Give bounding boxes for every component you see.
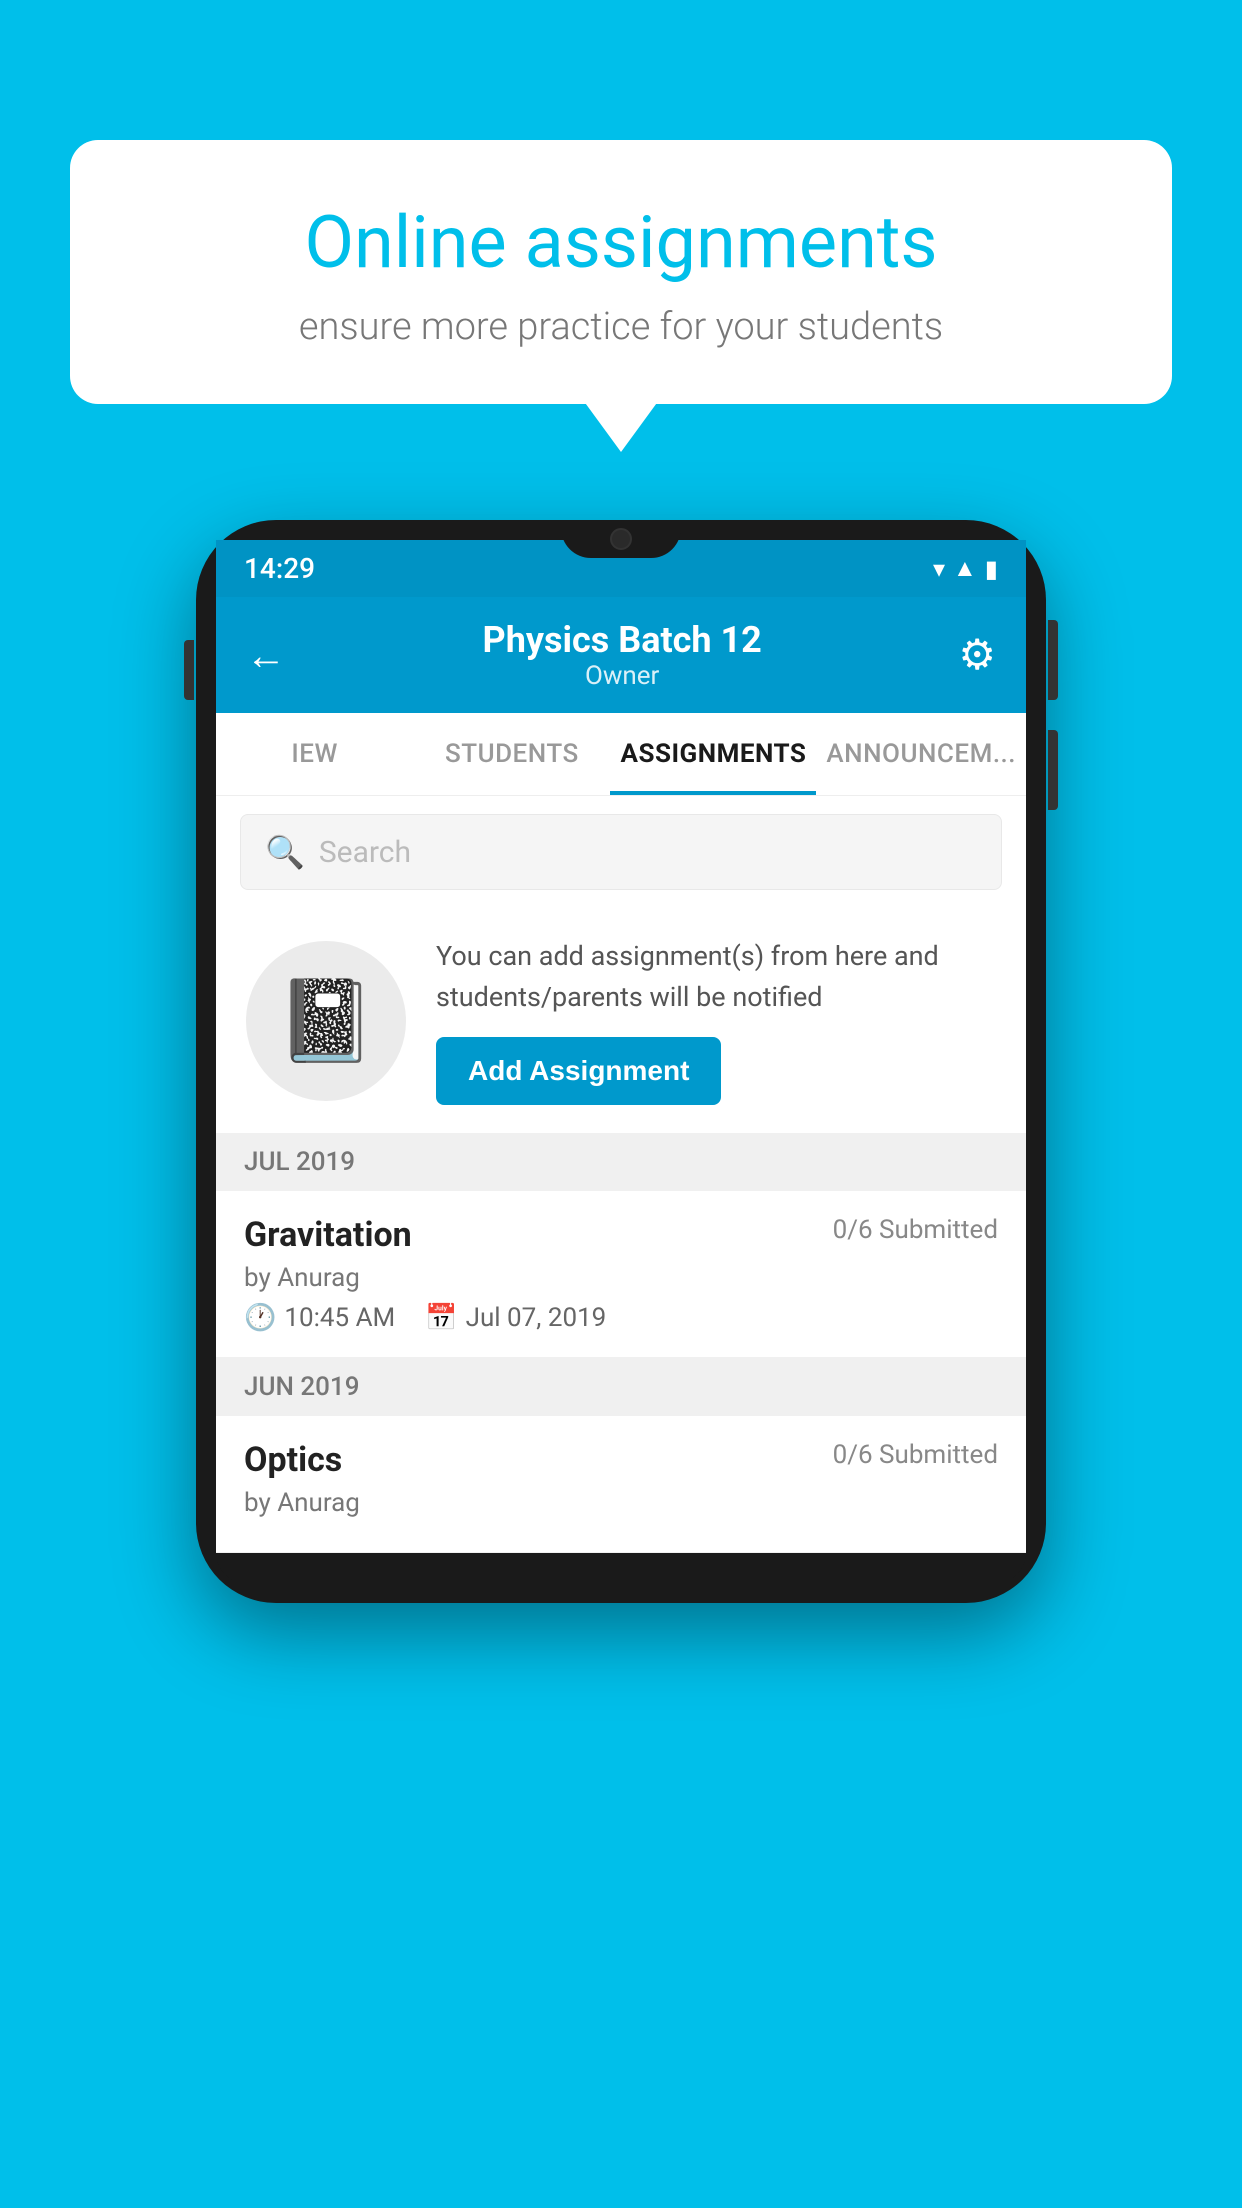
status-time: 14:29 [244,552,315,585]
notebook-icon: 📓 [276,974,376,1068]
promo-section: 📓 You can add assignment(s) from here an… [216,908,1026,1133]
assignment-author: by Anurag [244,1263,998,1293]
tab-students[interactable]: STUDENTS [413,713,610,795]
phone-frame: 14:29 ▾ ▲ ▮ ← Physics Batch 12 Owner ⚙ I… [196,520,1046,1603]
month-divider-jun: JUN 2019 [216,1358,1026,1416]
power-button [1048,620,1058,700]
tab-announcements[interactable]: ANNOUNCEM... [816,713,1026,795]
calendar-icon: 📅 [425,1303,457,1333]
tabs-bar: IEW STUDENTS ASSIGNMENTS ANNOUNCEM... [216,713,1026,796]
promo-content: You can add assignment(s) from here and … [436,936,996,1105]
tab-overview[interactable]: IEW [216,713,413,795]
assignment-title: Gravitation [244,1215,412,1255]
back-button[interactable]: ← [246,632,286,679]
phone-mockup: 14:29 ▾ ▲ ▮ ← Physics Batch 12 Owner ⚙ I… [196,520,1046,1603]
assignment-date: 📅 Jul 07, 2019 [425,1303,606,1333]
speech-bubble-section: Online assignments ensure more practice … [70,140,1172,404]
search-icon: 🔍 [265,833,305,871]
search-placeholder: Search [319,835,411,870]
assignment-item-optics[interactable]: Optics 0/6 Submitted by Anurag [216,1416,1026,1553]
clock-icon: 🕐 [244,1303,276,1333]
batch-role: Owner [483,661,762,691]
speech-bubble: Online assignments ensure more practice … [70,140,1172,404]
batch-title: Physics Batch 12 [483,619,762,661]
signal-icon: ▲ [953,554,977,583]
header-center: Physics Batch 12 Owner [483,619,762,691]
assignment-item-gravitation[interactable]: Gravitation 0/6 Submitted by Anurag 🕐 10… [216,1191,1026,1358]
assignment-header-optics: Optics 0/6 Submitted [244,1440,998,1480]
front-camera [610,528,632,550]
wifi-icon: ▾ [933,555,945,583]
tab-assignments[interactable]: ASSIGNMENTS [610,713,816,795]
assignment-date-value: Jul 07, 2019 [466,1303,607,1333]
volume-button [184,640,194,700]
phone-screen: IEW STUDENTS ASSIGNMENTS ANNOUNCEM... 🔍 … [216,713,1026,1553]
search-container: 🔍 Search [216,796,1026,908]
assignment-author-optics: by Anurag [244,1488,998,1518]
app-header: ← Physics Batch 12 Owner ⚙ [216,597,1026,713]
battery-icon: ▮ [985,555,998,583]
bubble-subtitle: ensure more practice for your students [140,305,1102,349]
search-bar[interactable]: 🔍 Search [240,814,1002,890]
assignment-submitted-count: 0/6 Submitted [833,1215,998,1245]
assignment-submitted-optics: 0/6 Submitted [833,1440,998,1470]
promo-text: You can add assignment(s) from here and … [436,936,996,1017]
phone-notch [561,520,681,558]
promo-icon-circle: 📓 [246,941,406,1101]
assignment-header: Gravitation 0/6 Submitted [244,1215,998,1255]
status-icons: ▾ ▲ ▮ [933,554,998,583]
settings-icon[interactable]: ⚙ [958,630,996,680]
assignment-title-optics: Optics [244,1440,342,1480]
volume-down-button [1048,730,1058,810]
month-divider-jul: JUL 2019 [216,1133,1026,1191]
assignment-time-value: 10:45 AM [284,1303,395,1333]
assignment-meta: 🕐 10:45 AM 📅 Jul 07, 2019 [244,1303,998,1333]
bubble-title: Online assignments [140,200,1102,285]
phone-bottom [216,1553,1026,1583]
add-assignment-button[interactable]: Add Assignment [436,1037,721,1105]
assignment-time: 🕐 10:45 AM [244,1303,395,1333]
